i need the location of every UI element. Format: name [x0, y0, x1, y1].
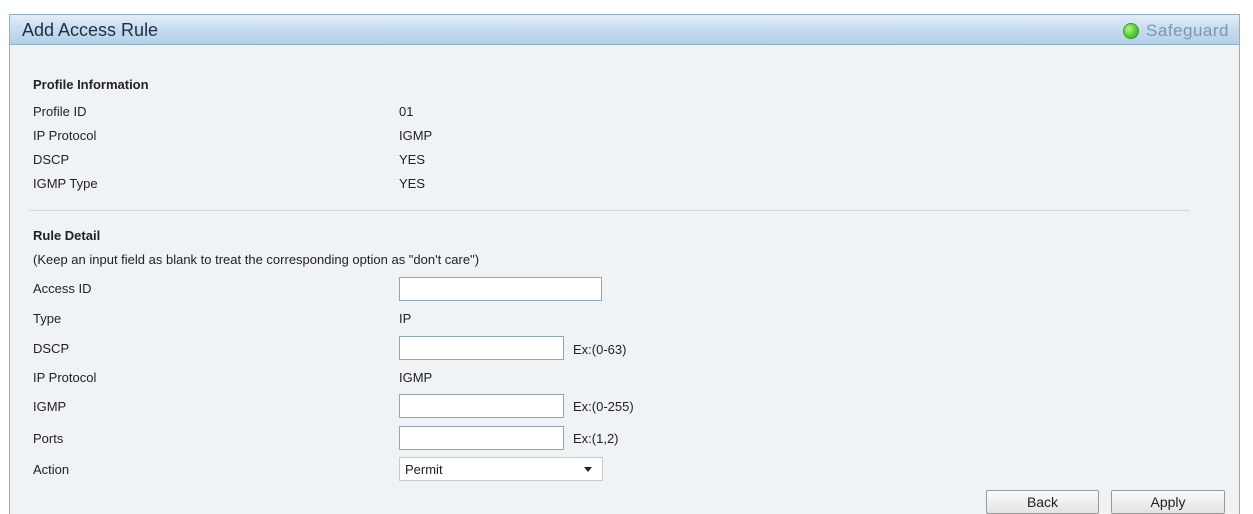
- action-label: Action: [33, 462, 70, 477]
- profile-info-heading: Profile Information: [33, 77, 149, 92]
- igmp-type-value: YES: [399, 176, 426, 191]
- igmp-hint: Ex:(0-255): [573, 399, 634, 414]
- profile-id-value: 01: [399, 104, 414, 119]
- dscp-label: DSCP: [33, 152, 70, 167]
- igmp-input[interactable]: [399, 394, 564, 418]
- safeguard-label: Safeguard: [1146, 21, 1229, 40]
- apply-button[interactable]: Apply: [1111, 490, 1225, 514]
- chevron-down-icon: [584, 467, 592, 472]
- content-panel: Profile Information Profile ID 01 IP Pro…: [9, 45, 1240, 514]
- dscp-rule-label: DSCP: [33, 341, 70, 356]
- dscp-value: YES: [399, 152, 426, 167]
- type-value: IP: [399, 311, 412, 326]
- profile-id-label: Profile ID: [33, 104, 87, 119]
- rule-detail-heading: Rule Detail: [33, 228, 101, 243]
- ip-protocol-rule-value: IGMP: [399, 370, 433, 385]
- rule-detail-note: (Keep an input field as blank to treat t…: [33, 252, 480, 267]
- igmp-type-label: IGMP Type: [33, 176, 98, 191]
- igmp-label: IGMP: [33, 399, 67, 414]
- type-label: Type: [33, 311, 62, 326]
- back-button[interactable]: Back: [986, 490, 1099, 514]
- section-divider: [29, 210, 1190, 211]
- action-select[interactable]: Permit: [399, 457, 603, 481]
- ip-protocol-label: IP Protocol: [33, 128, 97, 143]
- access-id-input[interactable]: [399, 277, 602, 301]
- ports-input[interactable]: [399, 426, 564, 450]
- action-selected-value: Permit: [405, 462, 443, 477]
- page-title: Add Access Rule: [22, 20, 159, 40]
- ip-protocol-value: IGMP: [399, 128, 433, 143]
- access-id-label: Access ID: [33, 281, 92, 296]
- safeguard-status: Safeguard: [1123, 21, 1229, 41]
- status-led-icon: [1123, 23, 1140, 39]
- dscp-hint: Ex:(0-63): [573, 342, 627, 357]
- dscp-input[interactable]: [399, 336, 564, 360]
- page-title-bar: Add Access Rule Safeguard: [9, 14, 1240, 45]
- ports-label: Ports: [33, 431, 64, 446]
- ports-hint: Ex:(1,2): [573, 431, 619, 446]
- ip-protocol-rule-label: IP Protocol: [33, 370, 97, 385]
